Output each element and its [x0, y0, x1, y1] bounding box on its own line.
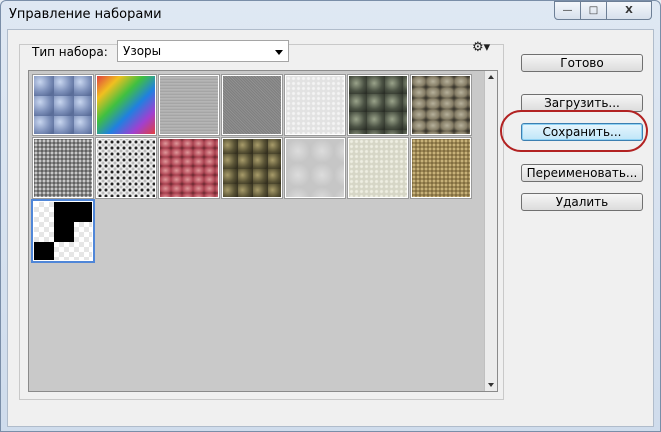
- pattern-swatch[interactable]: [158, 137, 220, 199]
- save-highlight-annotation: [500, 110, 648, 152]
- pattern-swatch[interactable]: [95, 137, 157, 199]
- scroll-down-icon[interactable]: [488, 383, 494, 387]
- pattern-swatch[interactable]: [221, 74, 283, 136]
- preset-type-select[interactable]: Узоры: [117, 40, 289, 62]
- pattern-swatch[interactable]: [410, 137, 472, 199]
- title-bar[interactable]: Управление наборами — □ X: [1, 1, 660, 29]
- restore-icon[interactable]: □: [580, 1, 607, 20]
- pattern-swatch[interactable]: [284, 74, 346, 136]
- chevron-down-icon: [275, 50, 283, 55]
- pattern-swatch[interactable]: [347, 74, 409, 136]
- pattern-swatch[interactable]: [32, 74, 94, 136]
- pattern-scrollbar[interactable]: [484, 71, 497, 391]
- delete-button[interactable]: Удалить: [521, 193, 643, 211]
- window-title: Управление наборами: [9, 7, 162, 22]
- gear-icon[interactable]: ⚙▾: [472, 40, 490, 55]
- pattern-swatch[interactable]: [410, 74, 472, 136]
- pattern-swatch[interactable]: [347, 137, 409, 199]
- preset-manager-window: Управление наборами — □ X Тип набора: Уз…: [0, 0, 661, 432]
- preset-type-value: Узоры: [123, 44, 162, 58]
- pattern-swatch-selected[interactable]: [31, 199, 95, 263]
- pattern-swatch[interactable]: [221, 137, 283, 199]
- done-button[interactable]: Готово: [521, 54, 643, 72]
- pattern-swatch[interactable]: [32, 137, 94, 199]
- minimize-icon[interactable]: —: [554, 1, 581, 20]
- pattern-panel[interactable]: [28, 70, 498, 392]
- rename-button[interactable]: Переименовать...: [521, 164, 643, 182]
- scroll-up-icon[interactable]: [488, 75, 494, 79]
- pattern-swatch[interactable]: [284, 137, 346, 199]
- preset-type-label: Тип набора:: [32, 45, 108, 59]
- close-icon[interactable]: X: [606, 1, 652, 20]
- dialog-body: Тип набора: Узоры ⚙▾ Готово Загрузить...…: [7, 29, 654, 427]
- pattern-swatch[interactable]: [95, 74, 157, 136]
- pattern-swatch[interactable]: [158, 74, 220, 136]
